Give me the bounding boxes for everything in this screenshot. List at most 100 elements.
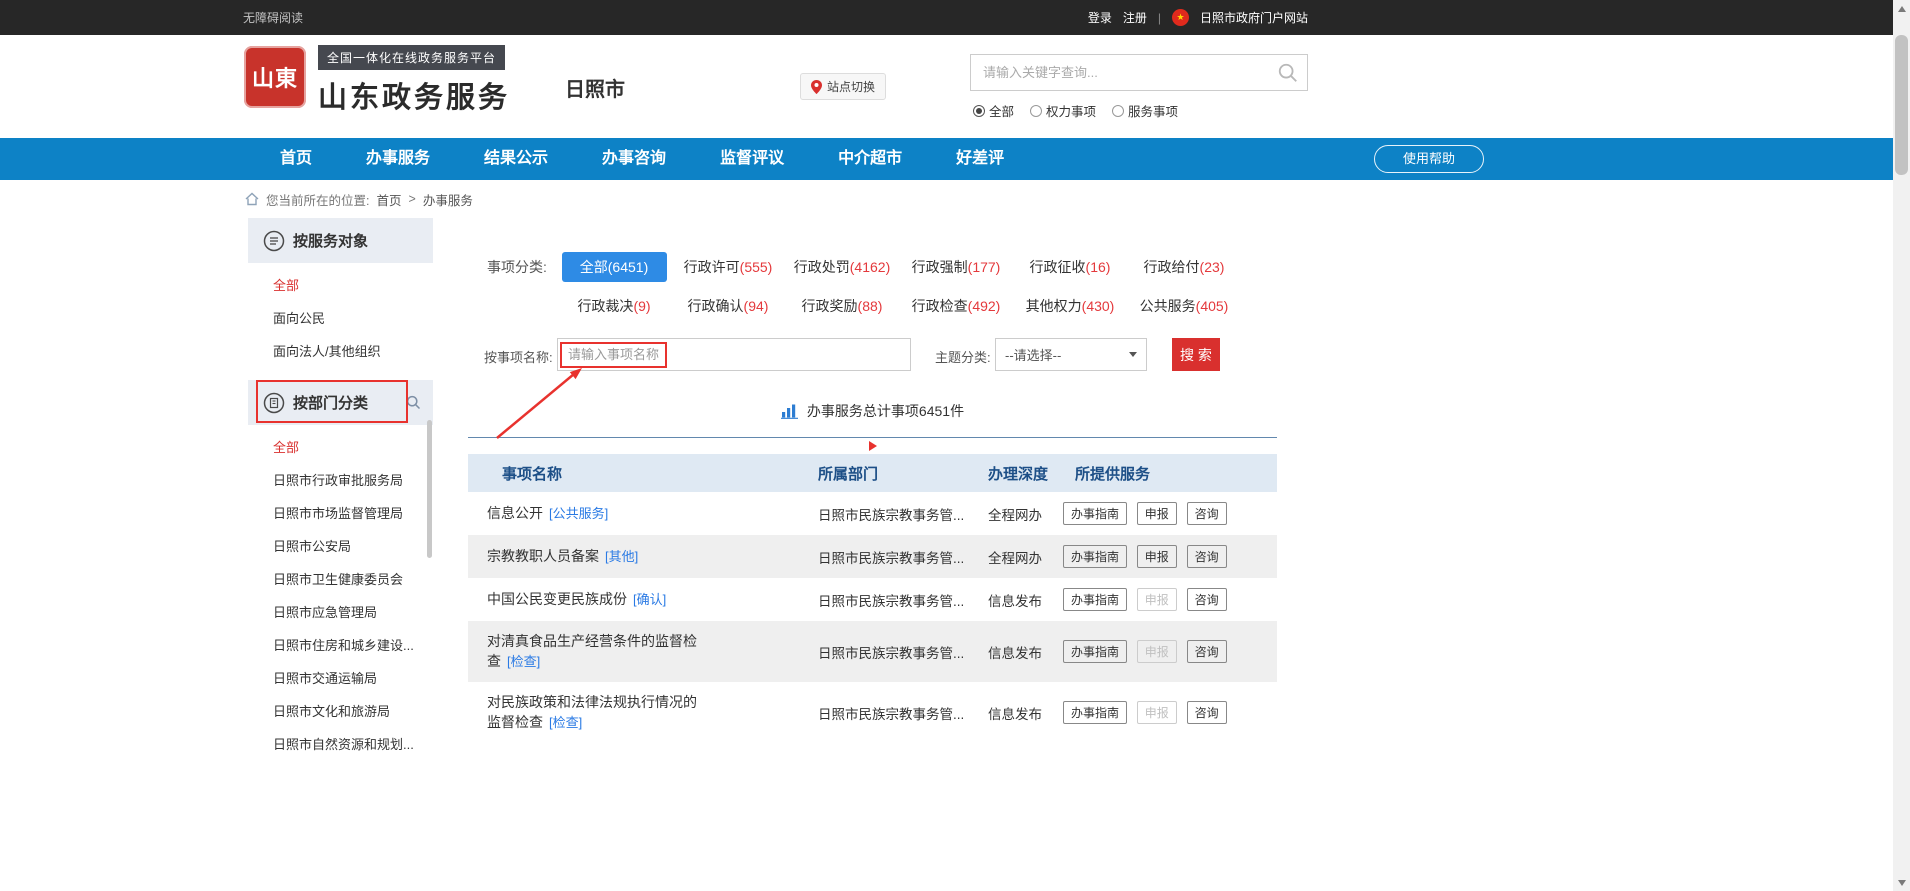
item-tag-link[interactable]: [公共服务]: [549, 506, 608, 521]
item-name-input[interactable]: [558, 339, 910, 370]
sidebar-item-dept[interactable]: 日照市卫生健康委员会: [248, 563, 433, 596]
tab-license[interactable]: 行政许可(555): [684, 257, 773, 277]
tab-count: (492): [968, 298, 1001, 314]
guide-button[interactable]: 办事指南: [1063, 701, 1127, 724]
tab-public-service[interactable]: 公共服务(405): [1140, 296, 1229, 316]
item-tag-link[interactable]: [检查]: [549, 715, 582, 730]
nav-item-consult[interactable]: 办事咨询: [575, 138, 693, 180]
sidebar-scrollbar-thumb[interactable]: [427, 420, 432, 558]
nav-item-home[interactable]: 首页: [253, 138, 339, 180]
category-filter-label: 事项分类:: [468, 252, 557, 316]
consult-button[interactable]: 咨询: [1187, 502, 1227, 525]
tab-payment[interactable]: 行政给付(23): [1144, 257, 1225, 277]
scroll-down-arrow-icon[interactable]: [1893, 874, 1910, 891]
tab-count: (555): [740, 259, 773, 275]
item-depth: 信息发布: [988, 578, 1063, 621]
item-dept: 日照市民族宗教事务管...: [818, 535, 988, 578]
table-row: 信息公开[公共服务] 日照市民族宗教事务管... 全程网办 办事指南 申报 咨询: [468, 492, 1277, 535]
nav-item-results[interactable]: 结果公示: [457, 138, 575, 180]
tab-penalty[interactable]: 行政处罚(4162): [794, 257, 890, 277]
guide-button[interactable]: 办事指南: [1063, 588, 1127, 611]
guide-button[interactable]: 办事指南: [1063, 502, 1127, 525]
sidebar-item-dept[interactable]: 日照市自然资源和规划...: [248, 728, 433, 761]
apply-button[interactable]: 申报: [1137, 545, 1177, 568]
nav-item-supervise[interactable]: 监督评议: [693, 138, 811, 180]
item-name: 宗教教职人员备案: [487, 548, 599, 564]
login-link[interactable]: 登录: [1088, 9, 1112, 26]
sidebar-item-all[interactable]: 全部: [248, 269, 433, 302]
radio-icon[interactable]: [1030, 105, 1042, 117]
tab-reward[interactable]: 行政奖励(88): [802, 296, 883, 316]
scope-option-all[interactable]: 全部: [973, 101, 1014, 120]
browser-scrollbar[interactable]: [1893, 0, 1910, 891]
sidebar-item-citizen[interactable]: 面向公民: [248, 302, 433, 335]
sidebar-item-dept-all[interactable]: 全部: [248, 431, 433, 464]
keyword-search-input[interactable]: [971, 65, 1277, 80]
apply-button[interactable]: 申报: [1137, 502, 1177, 525]
site-switch-button[interactable]: 站点切换: [800, 73, 886, 100]
sidebar-item-dept[interactable]: 日照市应急管理局: [248, 596, 433, 629]
sidebar-section-department[interactable]: 按部门分类: [248, 380, 433, 425]
name-filter-row: 按事项名称: 主题分类: --请选择-- 搜 索: [468, 338, 1277, 371]
items-table: 事项名称 所属部门 办理深度 所提供服务 信息公开[公共服务] 日照市民族宗教事…: [468, 454, 1277, 743]
tab-confirmation[interactable]: 行政确认(94): [688, 296, 769, 316]
theme-label: 主题分类:: [935, 347, 991, 366]
tab-name: 行政确认: [688, 298, 744, 314]
consult-button[interactable]: 咨询: [1187, 640, 1227, 663]
platform-badge: 全国一体化在线政务服务平台: [318, 45, 505, 70]
sidebar-item-dept[interactable]: 日照市文化和旅游局: [248, 695, 433, 728]
scroll-up-arrow-icon[interactable]: [1893, 0, 1910, 17]
theme-select[interactable]: --请选择--: [995, 338, 1147, 371]
register-link[interactable]: 注册: [1123, 9, 1147, 26]
tab-other-power[interactable]: 其他权力(430): [1026, 296, 1115, 316]
sidebar-item-dept[interactable]: 日照市公安局: [248, 530, 433, 563]
item-dept: 日照市民族宗教事务管...: [818, 621, 988, 682]
help-button[interactable]: 使用帮助: [1374, 145, 1484, 173]
sidebar-item-dept[interactable]: 日照市市场监督管理局: [248, 497, 433, 530]
radio-icon[interactable]: [1112, 105, 1124, 117]
tab-name: 行政许可: [684, 259, 740, 275]
tab-coercion[interactable]: 行政强制(177): [912, 257, 1001, 277]
accessibility-link[interactable]: 无障碍阅读: [233, 9, 303, 26]
sidebar-item-dept[interactable]: 日照市住房和城乡建设...: [248, 629, 433, 662]
item-depth: 全程网办: [988, 535, 1063, 578]
breadcrumb-home-link[interactable]: 首页: [376, 190, 401, 209]
annotation-triangle: [869, 441, 877, 451]
tab-name: 行政强制: [912, 259, 968, 275]
department-icon: [263, 392, 285, 414]
nav-item-rating[interactable]: 好差评: [929, 138, 1031, 180]
sidebar-item-dept[interactable]: 日照市交通运输局: [248, 662, 433, 695]
consult-button[interactable]: 咨询: [1187, 701, 1227, 724]
consult-button[interactable]: 咨询: [1187, 545, 1227, 568]
scope-option-power[interactable]: 权力事项: [1030, 101, 1096, 120]
nav-item-intermediary[interactable]: 中介超市: [811, 138, 929, 180]
main-nav: 首页 办事服务 结果公示 办事咨询 监督评议 中介超市 好差评 使用帮助: [0, 138, 1910, 180]
site-header: 山東 全国一体化在线政务服务平台 山东政务服务 日照市 站点切换 全部: [0, 35, 1910, 138]
item-tag-link[interactable]: [检查]: [507, 654, 540, 669]
search-button[interactable]: 搜 索: [1172, 338, 1220, 371]
consult-button[interactable]: 咨询: [1187, 588, 1227, 611]
tab-levy[interactable]: 行政征收(16): [1030, 257, 1111, 277]
department-search-icon[interactable]: [406, 395, 421, 410]
tab-ruling[interactable]: 行政裁决(9): [577, 296, 650, 316]
breadcrumb: 您当前所在的位置: 首页 > 办事服务: [0, 180, 1910, 218]
item-tag-link[interactable]: [确认]: [633, 592, 666, 607]
search-icon[interactable]: [1277, 62, 1299, 84]
tab-all[interactable]: 全部(6451): [562, 252, 667, 282]
scrollbar-thumb[interactable]: [1895, 35, 1908, 175]
item-tag-link[interactable]: [其他]: [605, 549, 638, 564]
tab-inspection[interactable]: 行政检查(492): [912, 296, 1001, 316]
item-depth: 信息发布: [988, 682, 1063, 743]
guide-button[interactable]: 办事指南: [1063, 545, 1127, 568]
guide-button[interactable]: 办事指南: [1063, 640, 1127, 663]
radio-selected-icon[interactable]: [973, 105, 985, 117]
nav-item-services[interactable]: 办事服务: [339, 138, 457, 180]
tab-name: 公共服务: [1140, 298, 1196, 314]
sidebar-item-legal-person[interactable]: 面向法人/其他组织: [248, 335, 433, 368]
scope-label: 全部: [989, 101, 1014, 120]
sidebar-item-dept[interactable]: 日照市行政审批服务局: [248, 464, 433, 497]
sidebar-section-service-object[interactable]: 按服务对象: [248, 218, 433, 263]
location-pin-icon: [811, 80, 822, 94]
portal-link[interactable]: 日照市政府门户网站: [1200, 9, 1308, 26]
scope-option-service[interactable]: 服务事项: [1112, 101, 1178, 120]
